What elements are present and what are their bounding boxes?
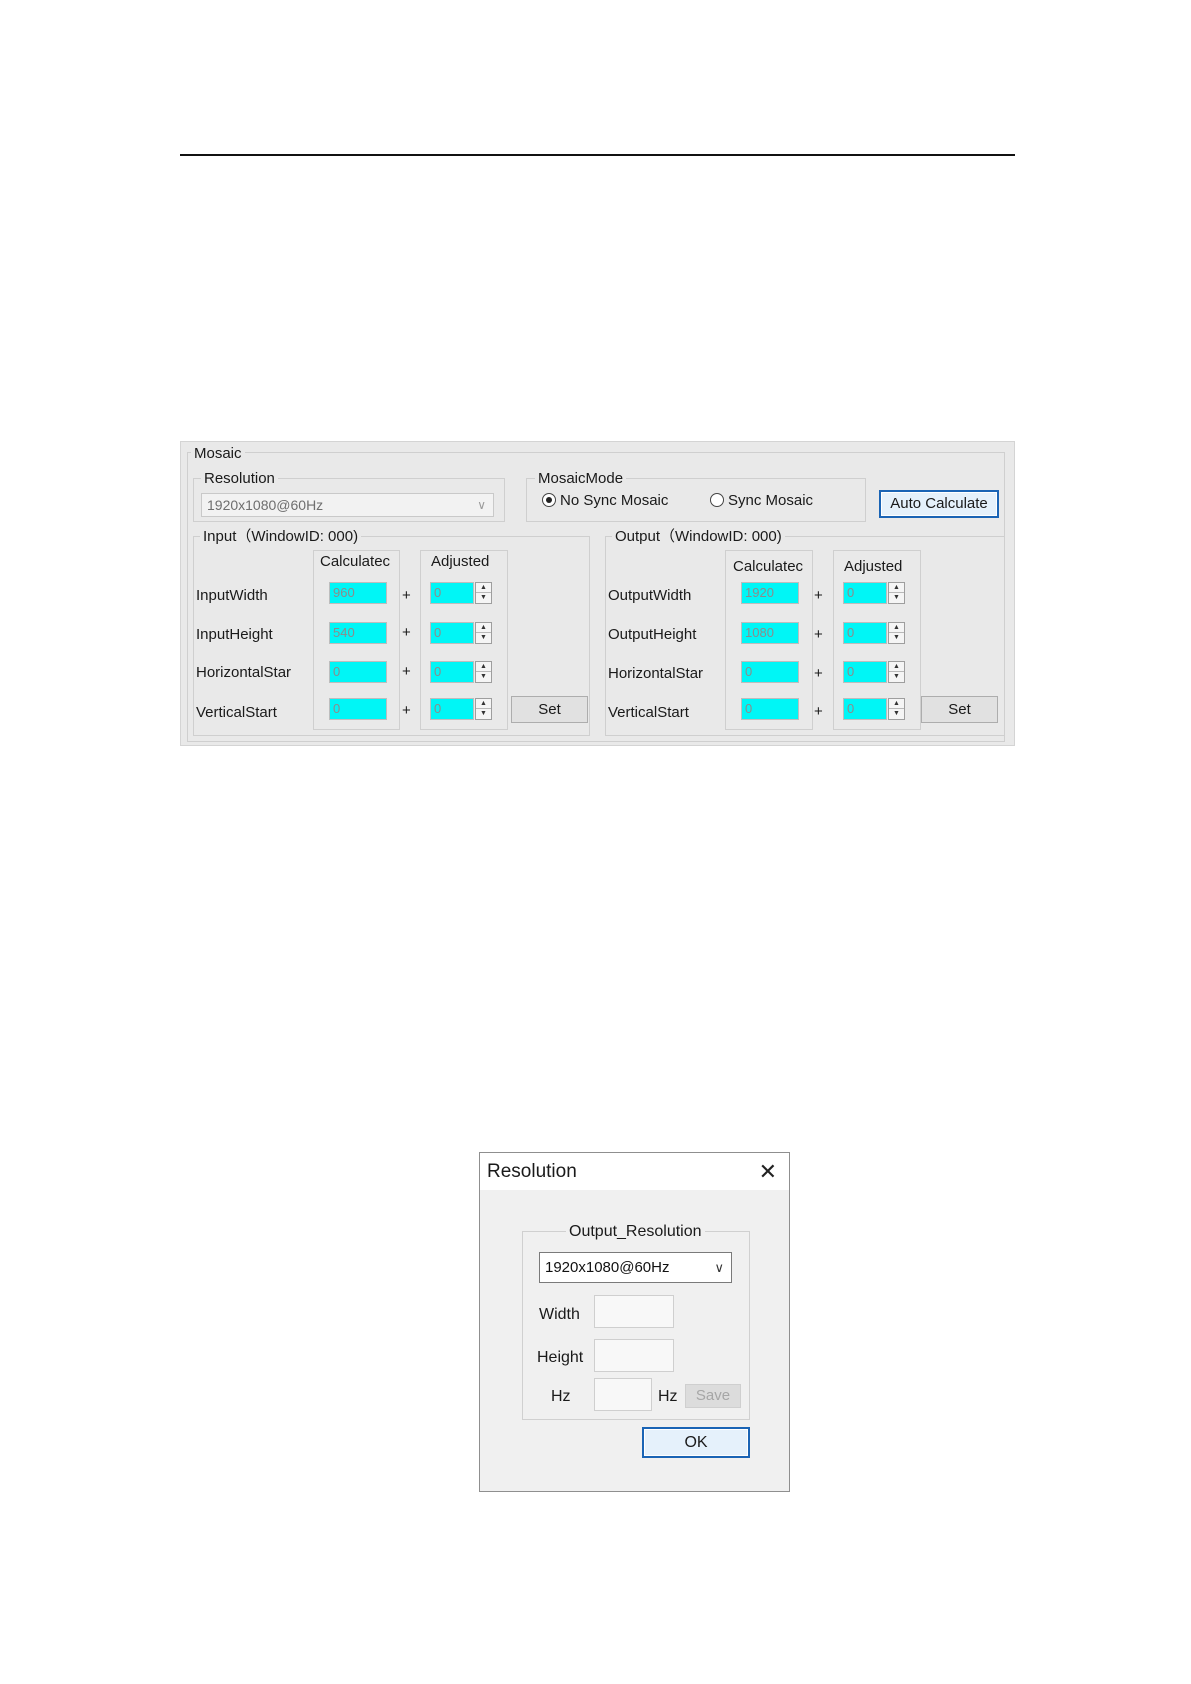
- spin-down-icon[interactable]: ▼: [889, 709, 904, 719]
- output-vstart-label: VerticalStart: [608, 704, 689, 721]
- output-height-label: OutputHeight: [608, 626, 697, 643]
- resolution-legend: Resolution: [201, 470, 278, 487]
- plus-sign: +: [814, 665, 823, 682]
- no-sync-mosaic-radio[interactable]: [542, 493, 556, 507]
- width-label: Width: [539, 1306, 580, 1323]
- input-width-adjusted[interactable]: 0: [430, 582, 474, 604]
- save-button[interactable]: Save: [685, 1384, 741, 1408]
- plus-sign: +: [402, 702, 411, 719]
- output-hstart-stepper[interactable]: ▲ ▼: [888, 661, 905, 683]
- output-set-button[interactable]: Set: [921, 696, 998, 723]
- dialog-titlebar: Resolution ✕: [480, 1153, 789, 1190]
- input-vstart-label: VerticalStart: [196, 704, 277, 721]
- close-icon[interactable]: ✕: [759, 1159, 777, 1185]
- input-vstart-stepper[interactable]: ▲ ▼: [475, 698, 492, 720]
- height-input[interactable]: [594, 1339, 674, 1372]
- output-height-stepper[interactable]: ▲ ▼: [888, 622, 905, 644]
- plus-sign: +: [402, 624, 411, 641]
- output-width-stepper[interactable]: ▲ ▼: [888, 582, 905, 604]
- spin-down-icon[interactable]: ▼: [889, 633, 904, 643]
- dialog-title: Resolution: [487, 1161, 577, 1182]
- output-vstart-adjusted[interactable]: 0: [843, 698, 887, 720]
- input-width-label: InputWidth: [196, 587, 268, 604]
- spin-up-icon[interactable]: ▲: [476, 699, 491, 709]
- ok-button[interactable]: OK: [642, 1427, 750, 1458]
- spin-up-icon[interactable]: ▲: [476, 662, 491, 672]
- output-hstart-label: HorizontalStar: [608, 665, 704, 682]
- output-legend: Output（WindowID: 000): [612, 528, 785, 545]
- output-calculated-header: Calculatec: [733, 558, 804, 575]
- no-sync-mosaic-label: No Sync Mosaic: [560, 492, 669, 509]
- plus-sign: +: [814, 703, 823, 720]
- hz-unit: Hz: [658, 1388, 678, 1405]
- output-resolution-select-value: 1920x1080@60Hz: [545, 1259, 670, 1276]
- spin-up-icon[interactable]: ▲: [889, 623, 904, 633]
- spin-down-icon[interactable]: ▼: [889, 593, 904, 603]
- input-width-calculated[interactable]: 960: [329, 582, 387, 604]
- output-vstart-calculated[interactable]: 0: [741, 698, 799, 720]
- resolution-select[interactable]: 1920x1080@60Hz ∨: [201, 493, 494, 517]
- height-label: Height: [537, 1349, 584, 1366]
- sync-mosaic-label: Sync Mosaic: [728, 492, 814, 509]
- spin-down-icon[interactable]: ▼: [476, 672, 491, 682]
- output-width-adjusted[interactable]: 0: [843, 582, 887, 604]
- plus-sign: +: [814, 587, 823, 604]
- mosaic-mode-legend: MosaicMode: [535, 470, 627, 487]
- output-height-calculated[interactable]: 1080: [741, 622, 799, 644]
- spin-up-icon[interactable]: ▲: [476, 623, 491, 633]
- output-height-adjusted[interactable]: 0: [843, 622, 887, 644]
- resolution-dialog: Resolution ✕ Output_Resolution 1920x1080…: [479, 1152, 790, 1492]
- input-hstart-calculated[interactable]: 0: [329, 661, 387, 683]
- plus-sign: +: [814, 626, 823, 643]
- mosaic-panel: Mosaic Resolution 1920x1080@60Hz ∨ Mosai…: [180, 441, 1015, 746]
- input-calculated-header: Calculatec: [320, 553, 391, 570]
- chevron-down-icon: ∨: [477, 498, 486, 512]
- output-adjusted-header: Adjusted: [844, 558, 903, 575]
- input-hstart-stepper[interactable]: ▲ ▼: [475, 661, 492, 683]
- width-input[interactable]: [594, 1295, 674, 1328]
- output-width-calculated[interactable]: 1920: [741, 582, 799, 604]
- spin-down-icon[interactable]: ▼: [476, 709, 491, 719]
- output-width-label: OutputWidth: [608, 587, 692, 604]
- header-rule: [180, 154, 1015, 156]
- input-height-calculated[interactable]: 540: [329, 622, 387, 644]
- input-vstart-calculated[interactable]: 0: [329, 698, 387, 720]
- output-resolution-select[interactable]: 1920x1080@60Hz ∨: [539, 1252, 732, 1283]
- spin-down-icon[interactable]: ▼: [476, 633, 491, 643]
- input-legend: Input（WindowID: 000): [200, 528, 362, 545]
- output-hstart-adjusted[interactable]: 0: [843, 661, 887, 683]
- input-height-stepper[interactable]: ▲ ▼: [475, 622, 492, 644]
- hz-label: Hz: [551, 1388, 571, 1405]
- input-adjusted-header: Adjusted: [431, 553, 490, 570]
- output-hstart-calculated[interactable]: 0: [741, 661, 799, 683]
- spin-up-icon[interactable]: ▲: [476, 583, 491, 593]
- spin-down-icon[interactable]: ▼: [889, 672, 904, 682]
- input-hstart-label: HorizontalStar: [196, 664, 292, 681]
- plus-sign: +: [402, 587, 411, 604]
- sync-mosaic-radio[interactable]: [710, 493, 724, 507]
- output-resolution-legend: Output_Resolution: [566, 1223, 705, 1240]
- input-width-stepper[interactable]: ▲ ▼: [475, 582, 492, 604]
- hz-input[interactable]: [594, 1378, 652, 1411]
- spin-up-icon[interactable]: ▲: [889, 699, 904, 709]
- resolution-select-value: 1920x1080@60Hz: [207, 497, 324, 513]
- spin-up-icon[interactable]: ▲: [889, 583, 904, 593]
- input-hstart-adjusted[interactable]: 0: [430, 661, 474, 683]
- auto-calculate-button[interactable]: Auto Calculate: [879, 490, 999, 518]
- plus-sign: +: [402, 663, 411, 680]
- spin-up-icon[interactable]: ▲: [889, 662, 904, 672]
- chevron-down-icon: ∨: [714, 1260, 724, 1275]
- input-set-button[interactable]: Set: [511, 696, 588, 723]
- output-vstart-stepper[interactable]: ▲ ▼: [888, 698, 905, 720]
- input-vstart-adjusted[interactable]: 0: [430, 698, 474, 720]
- input-height-label: InputHeight: [196, 626, 273, 643]
- spin-down-icon[interactable]: ▼: [476, 593, 491, 603]
- mosaic-title: Mosaic: [191, 445, 245, 462]
- input-height-adjusted[interactable]: 0: [430, 622, 474, 644]
